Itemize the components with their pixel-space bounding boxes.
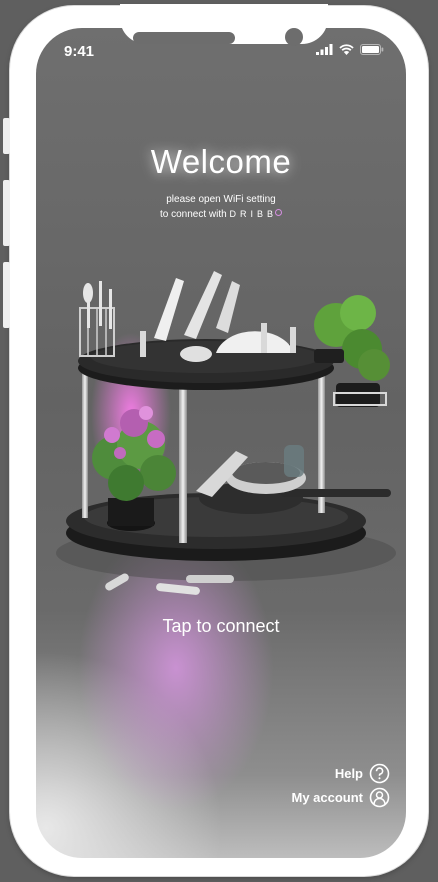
mute-switch — [3, 118, 10, 154]
help-icon — [369, 763, 390, 784]
battery-icon — [360, 44, 384, 55]
my-account-link[interactable]: My account — [291, 787, 390, 808]
signal-icon — [316, 44, 333, 55]
kitchen-rack-illustration — [56, 271, 396, 595]
help-label: Help — [334, 766, 363, 781]
speaker-grille — [133, 32, 235, 44]
status-icons — [316, 44, 384, 55]
volume-up-button — [3, 180, 10, 246]
wifi-icon — [339, 44, 354, 55]
volume-down-button — [3, 262, 10, 328]
tap-to-connect-button[interactable]: Tap to connect — [36, 616, 406, 637]
brand-dot-icon — [275, 209, 282, 216]
account-icon — [369, 787, 390, 808]
my-account-label: My account — [291, 790, 363, 805]
app-screen: 9:41 Welcome please open WiFi setting to… — [36, 28, 406, 858]
instruction-line-1: please open WiFi setting — [166, 194, 276, 205]
instruction-line-2: to connect with — [159, 209, 227, 220]
help-link[interactable]: Help — [335, 763, 390, 784]
status-time: 9:41 — [64, 43, 95, 60]
welcome-title: Welcome — [150, 143, 292, 180]
front-camera — [285, 28, 303, 46]
brand-name: DRIBB — [229, 209, 277, 219]
instruction-line-2-row: to connect with DRIBB — [36, 209, 406, 220]
